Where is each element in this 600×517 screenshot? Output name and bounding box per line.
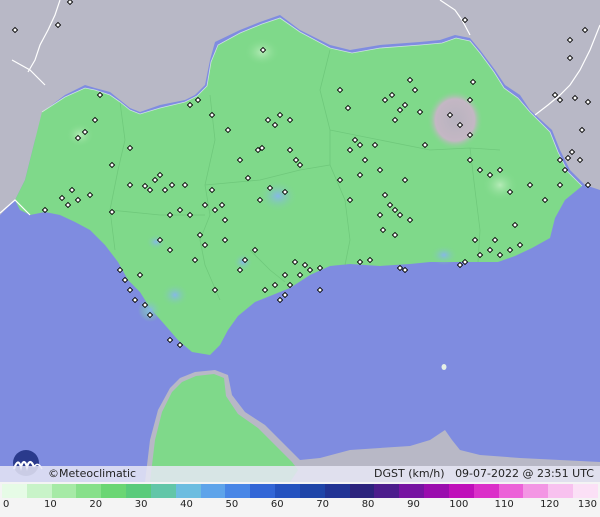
- gust-blue-4: [233, 253, 253, 271]
- scale-swatch: [26, 484, 52, 498]
- scale-swatch: [126, 484, 151, 498]
- scale-label: 0: [3, 499, 10, 510]
- color-scale-bar: [2, 484, 598, 498]
- scale-label: 80: [361, 499, 375, 510]
- scale-label: 50: [225, 499, 239, 510]
- scale-swatch: [51, 484, 77, 498]
- scale-label: 20: [89, 499, 103, 510]
- gust-blue-1: [258, 180, 298, 212]
- gust-blue-3: [138, 298, 162, 322]
- gust-blue-6: [430, 245, 458, 265]
- scale-label: 30: [134, 499, 148, 510]
- scale-swatch: [250, 484, 276, 498]
- scale-swatch: [374, 484, 400, 498]
- scale-label: 90: [407, 499, 420, 510]
- scale-label: 70: [316, 499, 330, 510]
- pale-area-3: [482, 169, 518, 201]
- scale-label: 60: [270, 499, 284, 510]
- island-marker: [441, 364, 447, 370]
- scale-swatch: [548, 484, 574, 498]
- map-canvas[interactable]: [0, 0, 600, 482]
- pale-area-2: [66, 123, 94, 147]
- variable-label: DGST (km/h): [374, 467, 445, 480]
- scale-swatch: [175, 484, 201, 498]
- scale-swatch: [76, 484, 102, 498]
- scale-swatch: [473, 484, 499, 498]
- color-scale-legend: 0 10 20 30 40 50 60 70 80 90 100 110 120 130: [0, 482, 600, 517]
- scale-label: 110: [494, 499, 514, 510]
- scale-label: 130: [577, 499, 597, 510]
- color-scale-labels: 0 10 20 30 40 50 60 70 80 90 100 110 120 130: [0, 499, 600, 515]
- scale-swatch: [448, 484, 474, 498]
- scale-swatch: [299, 484, 325, 498]
- scale-swatch: [498, 484, 524, 498]
- scale-label: 10: [44, 499, 57, 510]
- scale-swatch: [150, 484, 176, 498]
- info-bar: ©Meteoclimatic DGST (km/h) 09-07-2022 @ …: [0, 466, 600, 482]
- scale-label: 120: [540, 499, 560, 510]
- scale-swatch: [2, 484, 27, 498]
- scale-label: 40: [180, 499, 193, 510]
- map-metadata: DGST (km/h) 09-07-2022 @ 23:51 UTC: [374, 467, 594, 480]
- scale-swatch: [349, 484, 375, 498]
- gust-blue-2: [161, 283, 189, 307]
- mountain-area: [427, 90, 483, 150]
- scale-swatch: [424, 484, 449, 498]
- scale-swatch: [399, 484, 425, 498]
- weather-map-view: ©Meteoclimatic DGST (km/h) 09-07-2022 @ …: [0, 0, 600, 517]
- timestamp-label: 09-07-2022 @ 23:51 UTC: [455, 467, 594, 480]
- scale-swatch: [225, 484, 251, 498]
- credit-text: ©Meteoclimatic: [48, 467, 137, 480]
- scale-label: 100: [449, 499, 469, 510]
- gust-blue-5: [146, 234, 166, 250]
- scale-swatch: [101, 484, 127, 498]
- scale-swatch: [573, 484, 598, 498]
- scale-swatch: [324, 484, 350, 498]
- scale-swatch: [200, 484, 226, 498]
- scale-swatch: [275, 484, 300, 498]
- scale-swatch: [523, 484, 549, 498]
